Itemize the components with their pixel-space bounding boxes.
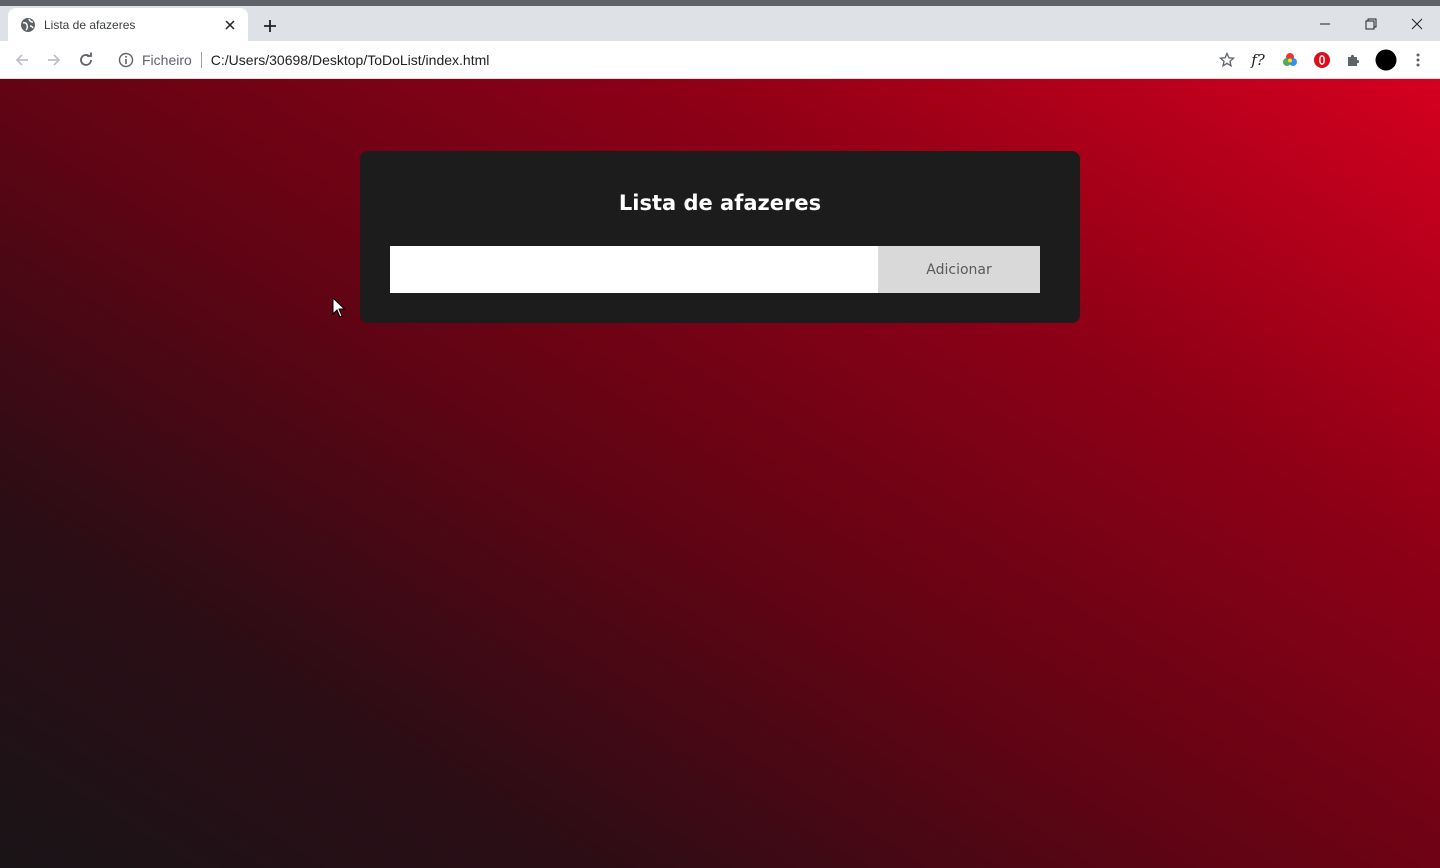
scheme-label: Ficheiro — [142, 52, 192, 68]
color-picker-extension-icon[interactable] — [1278, 48, 1302, 72]
reload-icon[interactable] — [72, 46, 100, 74]
page-title: Lista de afazeres — [618, 191, 822, 215]
add-button[interactable]: Adicionar — [878, 246, 1040, 293]
todo-card: Lista de afazeres Adicionar — [360, 151, 1080, 323]
profile-avatar[interactable] — [1374, 48, 1398, 72]
globe-icon — [20, 17, 36, 33]
info-icon[interactable] — [118, 52, 134, 68]
close-tab-icon[interactable] — [222, 17, 238, 33]
back-icon[interactable] — [8, 46, 36, 74]
address-bar[interactable]: Ficheiro C:/Users/30698/Desktop/ToDoList… — [108, 45, 1240, 75]
new-tab-button[interactable] — [258, 14, 282, 38]
font-finder-extension-icon[interactable]: f? — [1246, 48, 1270, 72]
tab-strip: Lista de afazeres — [0, 0, 1440, 41]
minimize-icon[interactable] — [1302, 6, 1348, 41]
opera-extension-icon[interactable] — [1310, 48, 1334, 72]
task-input[interactable] — [390, 246, 878, 293]
extensions-puzzle-icon[interactable] — [1342, 48, 1366, 72]
page-viewport: Lista de afazeres Adicionar — [0, 79, 1440, 868]
url-text[interactable]: C:/Users/30698/Desktop/ToDoList/index.ht… — [211, 52, 490, 68]
menu-kebab-icon[interactable] — [1406, 48, 1430, 72]
restore-icon[interactable] — [1348, 6, 1394, 41]
browser-toolbar: Ficheiro C:/Users/30698/Desktop/ToDoList… — [0, 41, 1440, 79]
forward-icon[interactable] — [40, 46, 68, 74]
font-finder-label: f? — [1251, 51, 1265, 69]
bookmark-star-icon[interactable] — [1214, 47, 1240, 73]
tab-title: Lista de afazeres — [44, 17, 136, 32]
close-window-icon[interactable] — [1394, 6, 1440, 41]
browser-tab[interactable]: Lista de afazeres — [8, 8, 248, 41]
address-divider — [200, 52, 202, 68]
mouse-pointer-icon — [332, 297, 346, 318]
